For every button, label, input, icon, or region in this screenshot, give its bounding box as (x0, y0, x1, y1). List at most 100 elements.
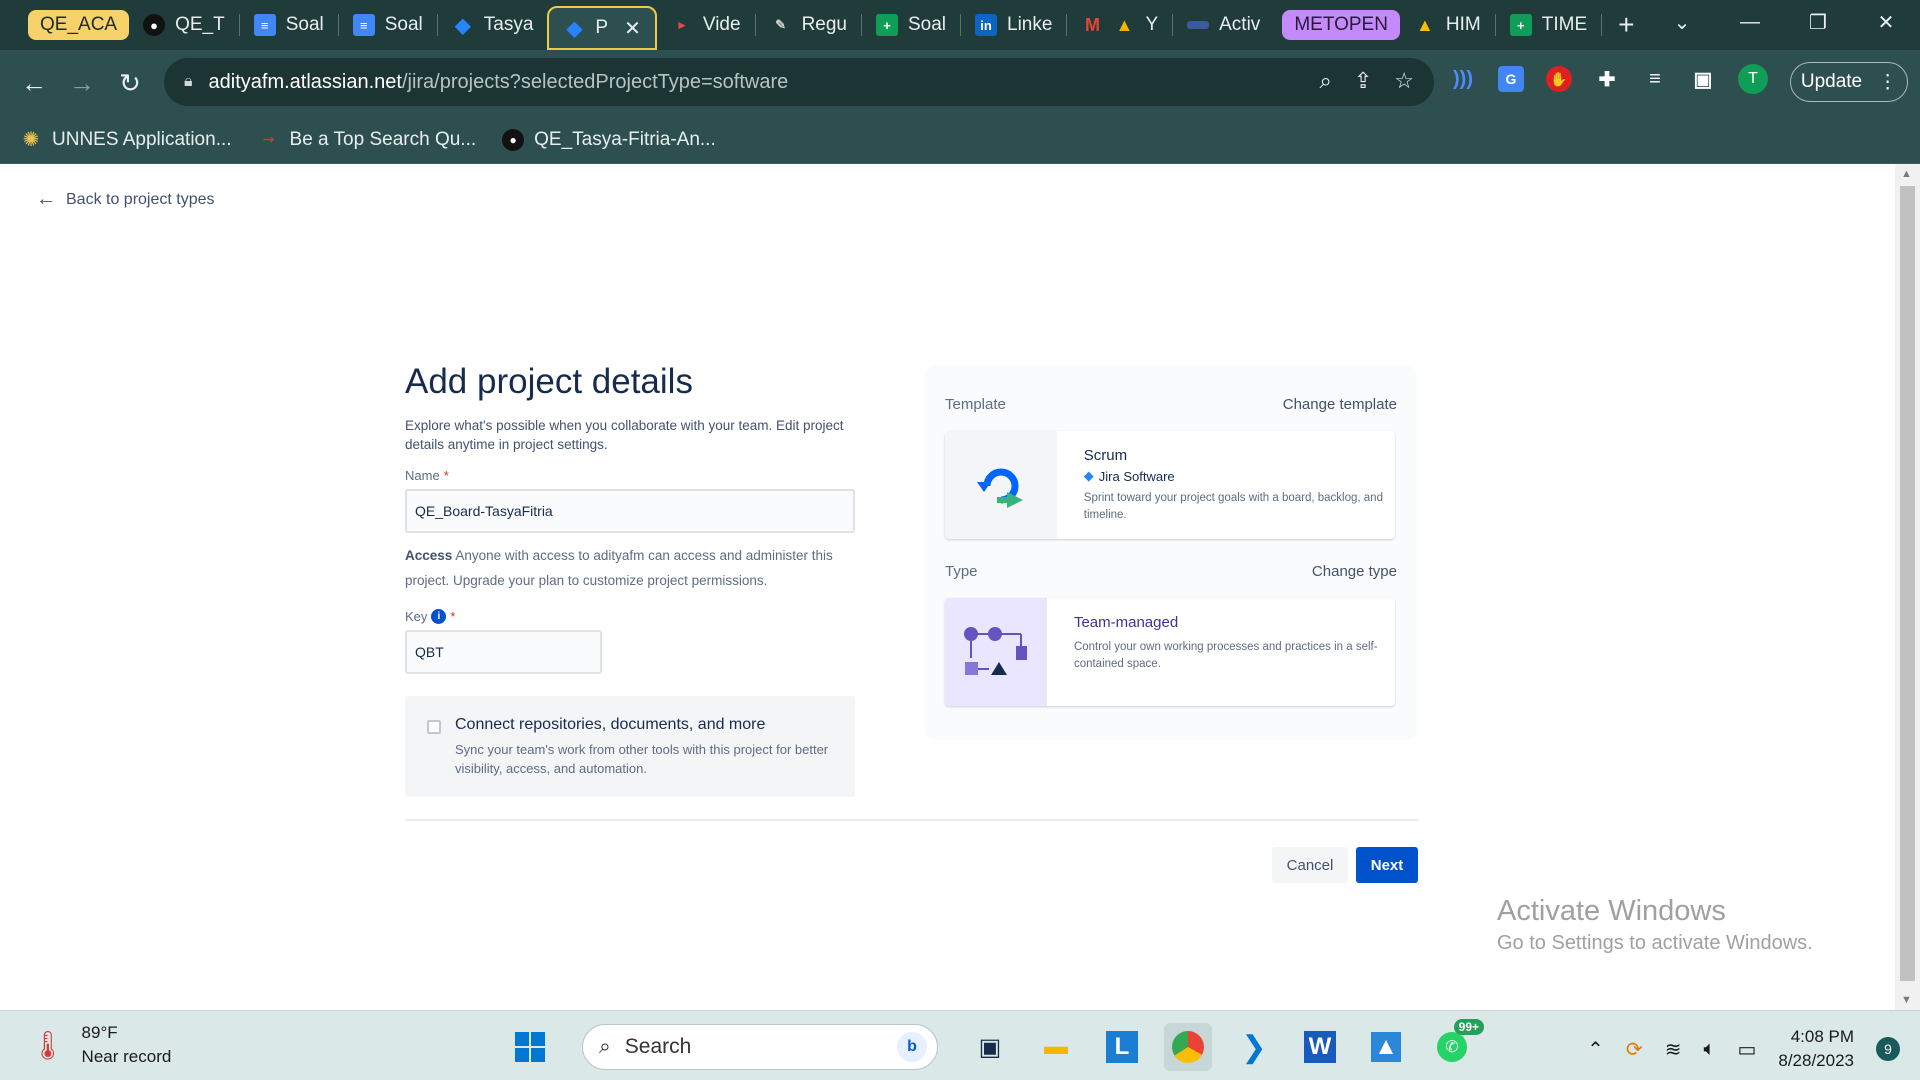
folder-icon: ▬ (1044, 1033, 1068, 1060)
tab-jira-tasya[interactable]: ◆ Tasya (438, 8, 548, 42)
lock-icon[interactable]: 🔒︎ (184, 73, 193, 91)
read-aloud-icon[interactable]: ))) (1450, 66, 1476, 92)
info-icon[interactable]: i (431, 609, 447, 624)
next-button[interactable]: Next (1356, 847, 1418, 883)
tab-video[interactable]: ▸ Vide (657, 8, 755, 42)
sync-icon[interactable]: ⟳ (1626, 1037, 1643, 1062)
tab-label: HIM (1445, 14, 1481, 35)
tab-gmail[interactable]: M ▲ Y (1067, 8, 1172, 42)
address-bar[interactable]: 🔒︎ adityafm.atlassian.net/jira/projects?… (164, 58, 1434, 106)
extension-icons: ))) G ✋ ✚ ≡ ▣ T (1450, 64, 1768, 94)
change-template-button[interactable]: Change template (1283, 396, 1397, 413)
template-label: Template (945, 396, 1006, 413)
menu-dots-icon: ⋮ (1878, 71, 1898, 93)
type-name: Team-managed (1073, 614, 1179, 631)
side-panel-icon[interactable]: ▣ (1690, 66, 1716, 92)
type-description: Control your own working processes and p… (1073, 641, 1378, 670)
clock[interactable]: 4:08 PM 8/28/2023 (1778, 1025, 1854, 1073)
project-name-input[interactable]: QE_Board-TasyaFitria (405, 489, 855, 533)
back-icon[interactable]: ← (10, 68, 58, 99)
tab-group-qe-aca[interactable]: QE_ACA (28, 10, 130, 40)
tab-drive[interactable]: ▲ HIM (1400, 8, 1495, 42)
taskbar-search[interactable]: ⌕ Search b (582, 1024, 938, 1070)
tab-jira-active[interactable]: ◆ P ✕ (547, 6, 657, 50)
connect-checkbox[interactable] (427, 720, 441, 734)
task-view-button[interactable]: ▣ (966, 1023, 1014, 1071)
close-window-icon[interactable]: ✕ (1852, 10, 1920, 35)
bookmark-search-quality[interactable]: ⇝ Be a Top Search Qu... (258, 129, 476, 151)
forward-icon[interactable]: → (58, 68, 106, 99)
warning-icon: ▲ (1115, 14, 1134, 35)
watermark-title: Activate Windows (1497, 895, 1726, 927)
scroll-up-icon[interactable]: ▲ (1901, 168, 1912, 180)
browser-tab-strip: QE_ACA ● QE_T ≡ Soal ≡ Soal ◆ Tasya ◆ P ✕ ▸ Vid… (0, 0, 1920, 50)
connect-tools-panel: Connect repositories, documents, and mor… (405, 696, 855, 797)
wifi-icon[interactable]: ≋ (1665, 1037, 1682, 1062)
bookmark-unnes[interactable]: ✺ UNNES Application... (20, 129, 232, 152)
restore-icon[interactable]: ❐ (1784, 10, 1852, 35)
whatsapp-button[interactable]: ✆ 99+ (1428, 1019, 1484, 1071)
tab-linkedin[interactable]: in Linke (961, 8, 1066, 42)
page-scrollbar[interactable]: ▲ ▼ (1895, 164, 1920, 1010)
scroll-down-icon[interactable]: ▼ (1901, 994, 1912, 1006)
tab-sheets-time[interactable]: + TIME (1496, 8, 1601, 42)
share-icon[interactable]: ⇪ (1354, 68, 1372, 94)
app-l-button[interactable]: L (1098, 1023, 1146, 1071)
url-text[interactable]: adityafm.atlassian.net/jira/projects?sel… (209, 71, 789, 94)
reload-icon[interactable]: ↻ (106, 68, 154, 99)
extensions-puzzle-icon[interactable]: ✚ (1594, 66, 1620, 92)
word-button[interactable]: W (1296, 1023, 1344, 1071)
tab-group-metopen[interactable]: METOPEN (1282, 10, 1400, 40)
scrollbar-thumb[interactable] (1900, 186, 1915, 981)
arrow-left-icon: ← (36, 188, 56, 210)
translate-icon[interactable]: G (1498, 66, 1524, 92)
adblock-icon[interactable]: ✋ (1546, 66, 1572, 92)
required-asterisk: * (443, 468, 449, 483)
file-explorer-button[interactable]: ▬ (1032, 1023, 1080, 1071)
change-type-button[interactable]: Change type (1312, 563, 1397, 580)
minimize-icon[interactable]: — (1716, 11, 1784, 34)
linkedin-icon: in (975, 14, 998, 36)
tab-docs-1[interactable]: ≡ Soal (240, 8, 338, 42)
star-icon[interactable]: ☆ (1394, 68, 1414, 94)
window-controls: ⌄ — ❐ ✕ (1648, 0, 1920, 44)
tab-github[interactable]: ● QE_T (129, 8, 239, 42)
clock-date: 8/28/2023 (1778, 1051, 1854, 1070)
weather-widget[interactable]: 🌡︎ 89°F Near record (30, 1021, 171, 1069)
tab-regu[interactable]: ✎ Regu (756, 8, 861, 42)
tab-search-icon[interactable]: ⌄ (1648, 10, 1716, 35)
start-button[interactable] (506, 1023, 554, 1071)
tab-docs-2[interactable]: ≡ Soal (339, 8, 437, 42)
page-icon (1187, 21, 1210, 29)
search-label: Search (624, 1035, 692, 1058)
form-actions: Cancel Next (1272, 847, 1418, 883)
back-to-project-types-link[interactable]: ← Back to project types (36, 188, 215, 211)
tab-label: P (595, 17, 609, 38)
page-title: Add project details (405, 362, 693, 401)
vscode-button[interactable]: ❯ (1230, 1023, 1278, 1071)
connect-title: Connect repositories, documents, and mor… (455, 716, 766, 733)
video-icon: ▸ (678, 17, 686, 32)
profile-avatar[interactable]: T (1738, 64, 1768, 94)
volume-icon[interactable]: 🔈︎ (1703, 1038, 1715, 1061)
new-tab-button[interactable]: + (1618, 9, 1634, 41)
cancel-button[interactable]: Cancel (1272, 847, 1348, 883)
bookmark-github-repo[interactable]: ● QE_Tasya-Fitria-An... (502, 128, 716, 151)
key-field-label: Key i * (405, 609, 855, 624)
tab-activ[interactable]: Activ (1173, 8, 1274, 42)
project-key-input[interactable]: QBT (405, 630, 602, 674)
battery-icon[interactable]: ▭ (1737, 1037, 1756, 1062)
clock-time: 4:08 PM (1790, 1027, 1854, 1046)
chevron-up-icon[interactable]: ⌃ (1587, 1037, 1604, 1062)
close-icon[interactable]: ✕ (624, 16, 641, 41)
tab-sheets-soal[interactable]: + Soal (862, 8, 960, 42)
notification-badge[interactable]: 9 (1876, 1037, 1900, 1061)
template-header: Template Change template (945, 396, 1397, 413)
zoom-icon[interactable]: ⌕ (1320, 68, 1332, 94)
update-button[interactable]: Update ⋮ (1790, 62, 1908, 102)
photos-button[interactable]: ▲ (1362, 1023, 1410, 1071)
bing-icon[interactable]: b (897, 1032, 927, 1062)
chrome-button[interactable] (1164, 1023, 1212, 1071)
tab-label: Y (1145, 14, 1159, 35)
media-queue-icon[interactable]: ≡ (1642, 66, 1668, 92)
